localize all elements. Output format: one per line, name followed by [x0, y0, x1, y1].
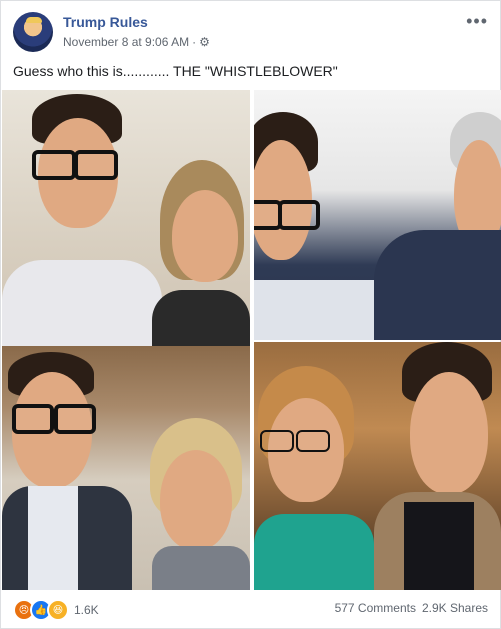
- post-text: Guess who this is............ THE "WHIST…: [13, 63, 338, 79]
- meta-separator: ·: [192, 35, 197, 49]
- more-options-icon[interactable]: •••: [466, 11, 488, 32]
- gear-icon[interactable]: ⚙: [199, 35, 210, 49]
- post-footer: 😠 👍 😆 1.6K 577 Comments 2.9K Shares: [13, 599, 488, 621]
- page-name-link[interactable]: Trump Rules: [63, 14, 148, 30]
- photo-top-left[interactable]: [2, 90, 250, 346]
- post-card: Trump Rules November 8 at 9:06 AM · ⚙ ••…: [0, 0, 501, 629]
- reaction-count[interactable]: 1.6K: [74, 603, 99, 617]
- photo-bottom-right[interactable]: [254, 342, 501, 590]
- comments-count-link[interactable]: 577 Comments: [335, 601, 416, 615]
- photo-bottom-left[interactable]: [2, 346, 250, 590]
- photo-top-right[interactable]: [254, 90, 501, 340]
- reactions-summary[interactable]: 😠 👍 😆 1.6K: [13, 599, 99, 621]
- post-header: Trump Rules November 8 at 9:06 AM · ⚙ ••…: [13, 11, 490, 55]
- post-stats: 577 Comments 2.9K Shares: [335, 601, 488, 615]
- post-meta: November 8 at 9:06 AM · ⚙: [63, 35, 210, 49]
- shares-count-link[interactable]: 2.9K Shares: [422, 601, 488, 615]
- avatar[interactable]: [13, 12, 53, 52]
- haha-reaction-icon: 😆: [47, 599, 69, 621]
- timestamp-link[interactable]: November 8 at 9:06 AM: [63, 35, 189, 49]
